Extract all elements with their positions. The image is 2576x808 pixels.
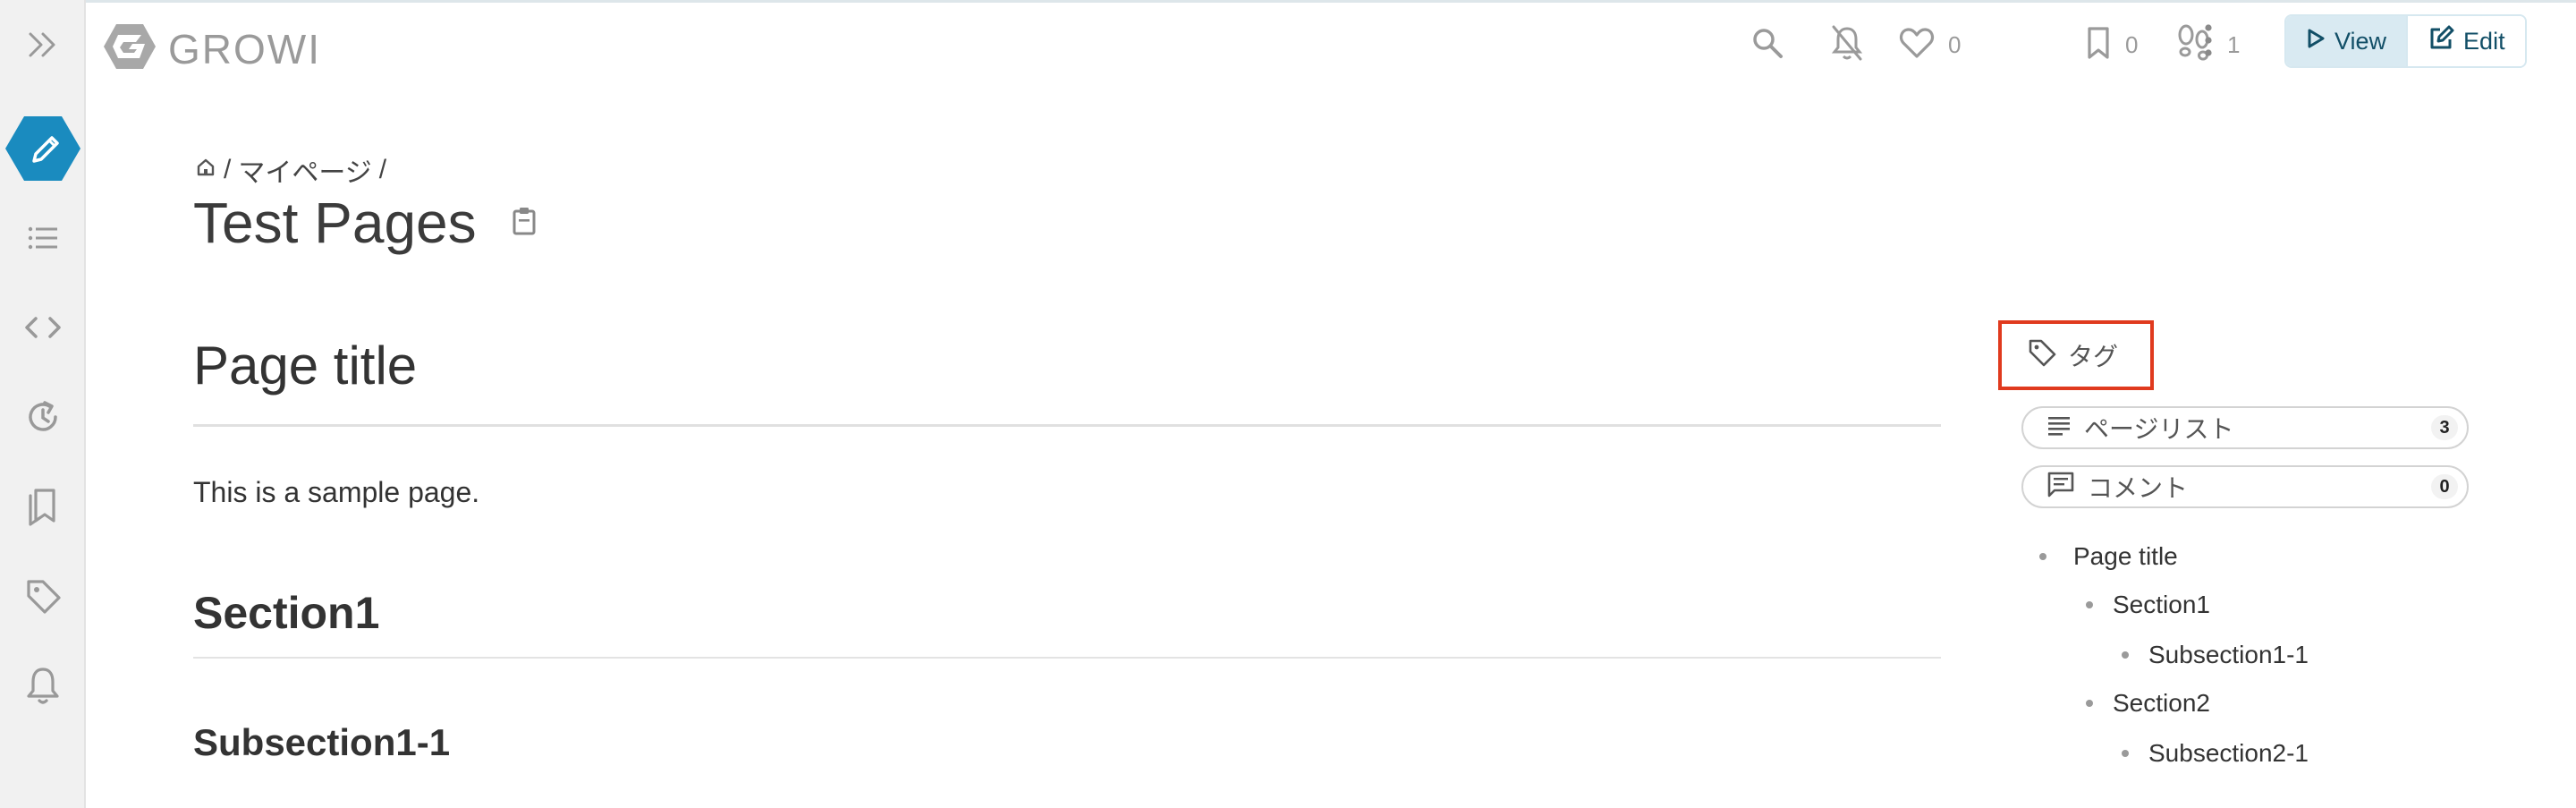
create-page-button[interactable] — [0, 113, 86, 184]
heading-divider — [193, 657, 1941, 659]
heading-section1: Section1 — [193, 588, 380, 638]
bookmarks-icon — [23, 485, 63, 528]
copy-clipboard-icon[interactable] — [511, 206, 538, 241]
view-label: View — [2334, 27, 2387, 55]
subscribe-button[interactable] — [1828, 21, 1866, 69]
expand-sidebar-icon — [25, 27, 61, 63]
sidebar-item-bookmarks[interactable] — [0, 471, 86, 542]
toc-item[interactable]: Section1 — [2086, 591, 2210, 619]
breadcrumb: / マイページ / — [195, 150, 394, 190]
notification-bell-icon — [23, 664, 63, 707]
view-button[interactable]: View — [2286, 16, 2407, 66]
toc-item[interactable]: Subsection1-1 — [2122, 641, 2309, 669]
sidebar-item-tags[interactable] — [0, 560, 86, 632]
app-name: GROWI — [168, 25, 321, 72]
toc-item-label: Section1 — [2113, 591, 2210, 618]
comment-icon — [2046, 471, 2088, 504]
toc-item-label: Section2 — [2113, 689, 2210, 717]
edit-icon — [2428, 25, 2463, 58]
edit-button[interactable]: Edit — [2406, 16, 2525, 66]
breadcrumb-separator: / — [378, 155, 387, 184]
page-list-button[interactable]: ページリスト 3 — [2021, 406, 2469, 449]
bullet — [2122, 750, 2129, 757]
bookmark-count: 0 — [2125, 30, 2139, 58]
create-page-icon — [5, 115, 80, 183]
seen-count: 1 — [2227, 30, 2241, 58]
search-button[interactable] — [1750, 21, 1785, 69]
heading-subsection1-1: Subsection1-1 — [193, 721, 451, 763]
play-icon — [2306, 28, 2334, 55]
toc-item[interactable]: Subsection2-1 — [2122, 739, 2309, 768]
breadcrumb-link-mypage[interactable]: マイページ — [238, 150, 371, 190]
list-icon — [25, 220, 61, 256]
toc-item-label: Page title — [2073, 542, 2178, 570]
toc-item-label: Subsection1-1 — [2148, 641, 2309, 668]
like-button[interactable]: 0 — [1898, 21, 1961, 69]
bullet — [2086, 700, 2093, 707]
heading-divider — [193, 424, 1941, 427]
history-icon — [23, 397, 63, 437]
comment-count-badge: 0 — [2431, 474, 2458, 499]
tag-icon — [2027, 337, 2068, 374]
bell-off-icon — [1828, 23, 1866, 67]
kebab-menu-button[interactable] — [2195, 20, 2222, 64]
bookmark-button[interactable]: 0 — [2084, 21, 2138, 69]
tag-icon — [23, 576, 63, 616]
like-count: 0 — [1948, 30, 1962, 58]
toc-item[interactable]: Page title — [2039, 542, 2178, 571]
tag-button[interactable]: タグ — [1998, 320, 2154, 390]
home-icon[interactable] — [195, 155, 216, 185]
page-title-row: Test Pages — [193, 190, 538, 256]
page-list-count-badge: 3 — [2431, 415, 2458, 440]
search-icon — [1750, 25, 1785, 65]
code-icon — [23, 310, 63, 345]
body-paragraph: This is a sample page. — [193, 476, 480, 508]
toc-item[interactable]: Section2 — [2086, 689, 2210, 718]
sidebar-item-custom-sidebar[interactable] — [0, 292, 86, 363]
edit-label: Edit — [2463, 27, 2505, 55]
expand-sidebar-button[interactable] — [0, 9, 86, 81]
toc-item-label: Subsection2-1 — [2148, 739, 2309, 767]
more-vertical-icon — [2203, 22, 2214, 63]
page-title: Test Pages — [193, 191, 477, 255]
heart-icon — [1898, 25, 1936, 65]
growi-logo[interactable]: GROWI — [104, 22, 321, 75]
bullet — [2086, 601, 2093, 608]
view-edit-switch: View Edit — [2284, 14, 2527, 68]
bullet — [2039, 553, 2046, 560]
tag-label: タグ — [2068, 343, 2119, 370]
breadcrumb-separator: / — [224, 155, 232, 184]
heading-page-title: Page title — [193, 336, 418, 395]
comment-button[interactable]: コメント 0 — [2021, 465, 2469, 508]
bookmark-icon — [2084, 25, 2113, 65]
sidebar-item-recent-list[interactable] — [0, 202, 86, 274]
growi-logo-icon — [104, 22, 156, 75]
comment-label: コメント — [2088, 474, 2189, 502]
left-sidebar — [0, 0, 86, 808]
page-list-icon — [2046, 413, 2084, 442]
sidebar-item-history[interactable] — [0, 381, 86, 453]
bullet — [2122, 651, 2129, 659]
page-list-label: ページリスト — [2084, 415, 2234, 443]
sidebar-item-notifications[interactable] — [0, 650, 86, 721]
